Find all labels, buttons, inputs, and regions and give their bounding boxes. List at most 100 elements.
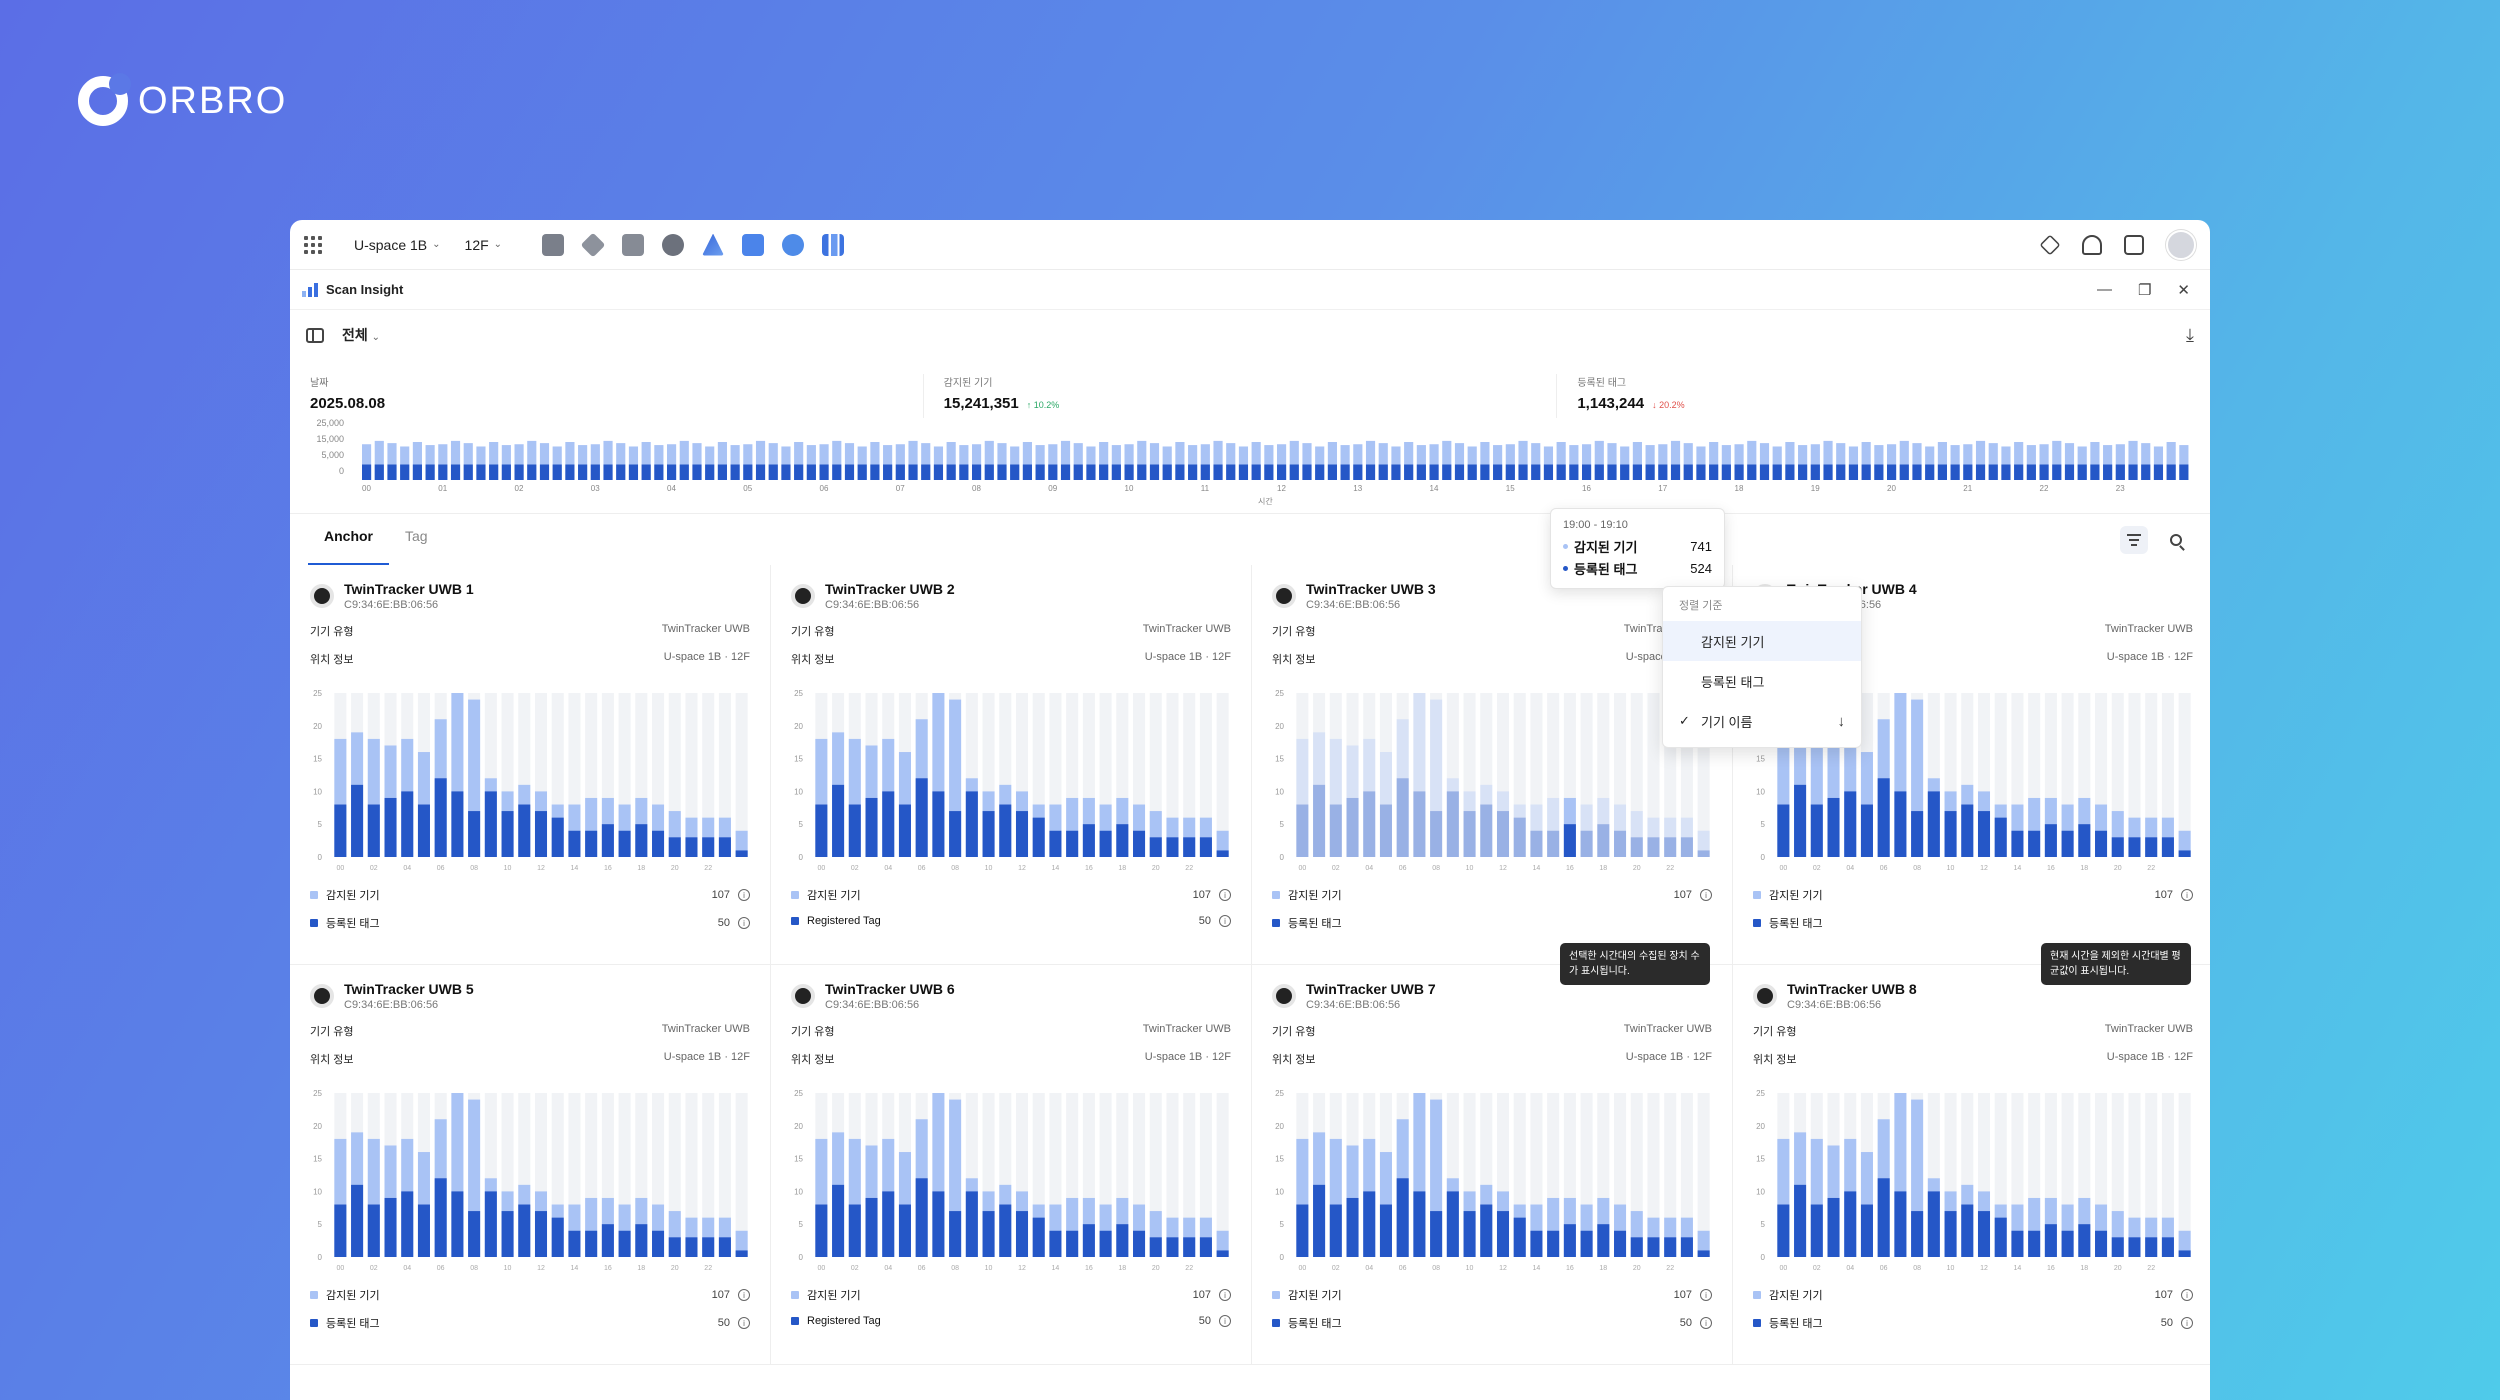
bar-registered[interactable]: [652, 1230, 665, 1257]
timeline-bar-registered[interactable]: [1340, 464, 1350, 481]
bar-registered[interactable]: [685, 1237, 698, 1257]
anchor-card[interactable]: TwinTracker UWB 7 C9:34:6E:BB:06:56 기기 유…: [1252, 965, 1733, 1365]
close-icon[interactable]: ✕: [2177, 281, 2190, 299]
dashboard-icon[interactable]: [542, 233, 565, 256]
bar-registered[interactable]: [898, 1204, 911, 1257]
timeline-bars[interactable]: [362, 418, 2192, 480]
sort-filter-button[interactable]: [2120, 526, 2148, 554]
layout-icon[interactable]: [622, 233, 645, 256]
scan-insight-app-icon[interactable]: [822, 233, 845, 256]
timeline-bar-registered[interactable]: [1594, 464, 1604, 481]
timeline-bar-registered[interactable]: [578, 464, 588, 481]
bar-registered[interactable]: [1647, 837, 1660, 857]
bar-registered[interactable]: [1530, 830, 1543, 857]
bar-registered[interactable]: [1446, 1191, 1459, 1257]
bar-registered[interactable]: [1430, 1211, 1443, 1257]
timeline-bar-registered[interactable]: [1721, 464, 1731, 481]
timeline-bar-registered[interactable]: [1988, 464, 1998, 481]
timeline-bar-registered[interactable]: [1556, 464, 1566, 481]
timeline-bar-registered[interactable]: [1467, 464, 1477, 481]
bar-registered[interactable]: [601, 1224, 614, 1257]
timeline-bar-registered[interactable]: [1251, 464, 1261, 481]
triangle-app-icon[interactable]: [702, 233, 725, 256]
bar-registered[interactable]: [1480, 1204, 1493, 1257]
bar-registered[interactable]: [534, 1211, 548, 1257]
bar-registered[interactable]: [2061, 830, 2074, 857]
info-icon[interactable]: i: [1700, 1317, 1712, 1329]
bar-registered[interactable]: [551, 1217, 564, 1257]
timeline-bar-registered[interactable]: [2179, 464, 2189, 481]
bar-chart-svg[interactable]: 2520151050000204060810121416182022: [791, 687, 1231, 877]
bar-registered[interactable]: [2028, 1230, 2041, 1257]
bar-registered[interactable]: [501, 1211, 514, 1257]
bar-registered[interactable]: [1563, 1224, 1576, 1257]
minimize-icon[interactable]: —: [2097, 281, 2112, 299]
bar-registered[interactable]: [1183, 1237, 1196, 1257]
sort-option-registered[interactable]: 등록된 태그: [1663, 661, 1861, 701]
bar-registered[interactable]: [1149, 837, 1162, 857]
timeline-bar-registered[interactable]: [1899, 464, 1909, 481]
timeline-bar-registered[interactable]: [679, 464, 689, 481]
anchor-card[interactable]: TwinTracker UWB 8 C9:34:6E:BB:06:56 기기 유…: [1733, 965, 2210, 1365]
bar-registered[interactable]: [1547, 830, 1560, 857]
timeline-bar-registered[interactable]: [1099, 464, 1109, 481]
cube-icon[interactable]: [580, 232, 606, 257]
bar-registered[interactable]: [1296, 804, 1309, 857]
timeline-bar-registered[interactable]: [1670, 464, 1681, 481]
timeline-bar-registered[interactable]: [527, 464, 537, 481]
bar-registered[interactable]: [735, 850, 748, 857]
timeline-svg[interactable]: [362, 418, 2192, 480]
circle-app-icon[interactable]: [782, 233, 805, 256]
timeline-bar-registered[interactable]: [883, 464, 893, 481]
timeline-bar-registered[interactable]: [1010, 464, 1020, 481]
hourly-bar-chart[interactable]: 2520151050000204060810121416182022: [1272, 1087, 1712, 1277]
timeline-bar-registered[interactable]: [1518, 464, 1528, 481]
timeline-bar-registered[interactable]: [1162, 464, 1172, 481]
bar-registered[interactable]: [1015, 1211, 1029, 1257]
bar-registered[interactable]: [351, 1184, 364, 1257]
timeline-bar-registered[interactable]: [959, 464, 969, 481]
hourly-bar-chart[interactable]: 2520151050000204060810121416182022: [1272, 687, 1712, 877]
download-icon[interactable]: ⤓: [2186, 325, 2194, 346]
bar-registered[interactable]: [1911, 811, 1924, 857]
bar-registered[interactable]: [898, 804, 911, 857]
bar-registered[interactable]: [718, 1237, 731, 1257]
timeline-bar-registered[interactable]: [2039, 464, 2049, 481]
app-grid-icon[interactable]: [304, 235, 322, 254]
layers-icon[interactable]: [2039, 233, 2061, 256]
bar-registered[interactable]: [999, 804, 1012, 857]
timeline-bar-registered[interactable]: [463, 464, 473, 481]
timeline-bar-registered[interactable]: [1315, 464, 1325, 481]
timeline-bar-registered[interactable]: [857, 464, 867, 481]
timeline-bar-registered[interactable]: [400, 464, 410, 481]
timeline-bar-registered[interactable]: [2014, 464, 2024, 481]
bar-registered[interactable]: [534, 811, 548, 857]
bar-registered[interactable]: [484, 1191, 497, 1257]
bar-registered[interactable]: [1961, 1204, 1974, 1257]
bar-registered[interactable]: [451, 1191, 464, 1257]
timeline-bar-registered[interactable]: [628, 464, 639, 481]
bar-registered[interactable]: [1082, 824, 1095, 857]
timeline-bar-registered[interactable]: [1531, 464, 1541, 481]
timeline-bar-registered[interactable]: [895, 464, 905, 481]
info-icon[interactable]: i: [1700, 889, 1712, 901]
bar-registered[interactable]: [1379, 804, 1392, 857]
timeline-bar-registered[interactable]: [768, 464, 778, 481]
timeline-bar-registered[interactable]: [1887, 464, 1897, 481]
bar-registered[interactable]: [1630, 837, 1643, 857]
bar-registered[interactable]: [999, 1204, 1012, 1257]
bar-registered[interactable]: [585, 1230, 598, 1257]
bar-chart-svg[interactable]: 2520151050000204060810121416182022: [1753, 1087, 2193, 1277]
bar-registered[interactable]: [982, 1211, 995, 1257]
hourly-bar-chart[interactable]: 2520151050000204060810121416182022: [791, 1087, 1231, 1277]
bar-registered[interactable]: [1614, 830, 1627, 857]
timeline-bar-registered[interactable]: [1505, 464, 1515, 481]
bar-registered[interactable]: [865, 797, 878, 857]
info-icon[interactable]: i: [738, 889, 750, 901]
timeline-bar-registered[interactable]: [1975, 464, 1986, 481]
bar-registered[interactable]: [1680, 1237, 1693, 1257]
timeline-bar-registered[interactable]: [1696, 464, 1706, 481]
sort-option-name[interactable]: ✓ 기기 이름 ↓: [1663, 701, 1861, 741]
sidebar-toggle-icon[interactable]: [306, 327, 324, 343]
timeline-bar-registered[interactable]: [1848, 464, 1859, 481]
